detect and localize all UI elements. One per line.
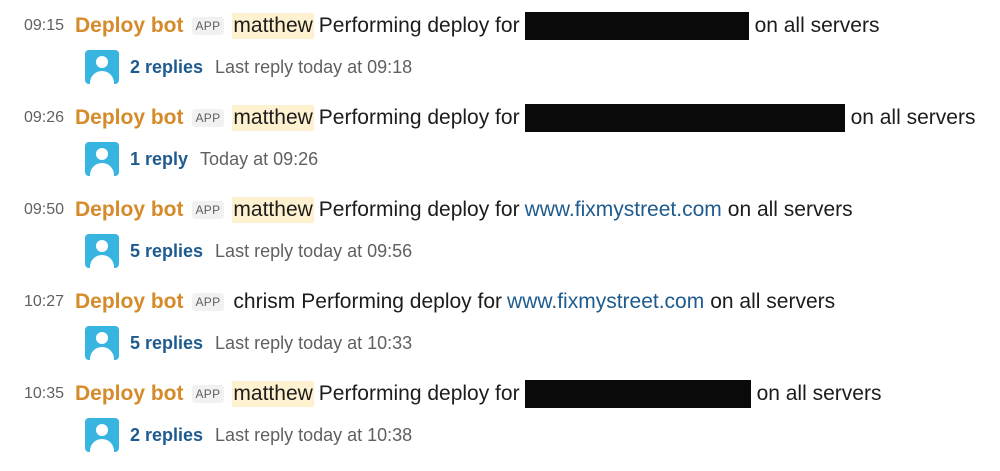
target-link[interactable]: www.fixmystreet.com xyxy=(525,198,722,222)
app-badge: APP xyxy=(191,201,225,219)
replies-link[interactable]: 1 reply xyxy=(130,149,188,170)
message-text: Performing deploy for xyxy=(301,290,503,313)
message-line: 10:27 Deploy bot APP chrism Performing d… xyxy=(0,286,835,318)
bot-name[interactable]: Deploy bot xyxy=(75,198,184,222)
redacted-target xyxy=(524,104,845,132)
thread-summary[interactable]: 2 replies Last reply today at 09:18 xyxy=(85,50,412,84)
last-reply-time: Last reply today at 10:38 xyxy=(215,424,413,445)
message-line: 09:26 Deploy bot APP matthew Performing … xyxy=(0,102,975,134)
app-badge: APP xyxy=(191,109,225,127)
thread-summary[interactable]: 5 replies Last reply today at 09:56 xyxy=(85,234,412,268)
message-suffix: on all servers xyxy=(756,382,882,405)
message-text: Performing deploy for xyxy=(318,14,520,37)
user-mention[interactable]: chrism xyxy=(232,289,296,315)
message-timestamp[interactable]: 09:26 xyxy=(0,109,75,127)
thread-summary[interactable]: 5 replies Last reply today at 10:33 xyxy=(85,326,412,360)
message-row: 09:26 Deploy bot APP matthew Performing … xyxy=(0,92,1000,184)
bot-name[interactable]: Deploy bot xyxy=(75,106,184,130)
app-badge: APP xyxy=(191,17,225,35)
user-mention[interactable]: matthew xyxy=(232,197,314,223)
user-avatar-icon[interactable] xyxy=(85,234,119,268)
message-row: 09:15 Deploy bot APP matthew Performing … xyxy=(0,0,1000,92)
target-link[interactable]: www.fixmystreet.com xyxy=(507,290,704,314)
replies-link[interactable]: 5 replies xyxy=(130,333,203,354)
thread-summary[interactable]: 1 reply Today at 09:26 xyxy=(85,142,318,176)
thread-summary[interactable]: 2 replies Last reply today at 10:38 xyxy=(85,418,412,452)
message-text: Performing deploy for xyxy=(318,106,520,129)
message-row: 10:35 Deploy bot APP matthew Performing … xyxy=(0,368,1000,460)
message-timestamp[interactable]: 09:50 xyxy=(0,201,75,219)
app-badge: APP xyxy=(191,385,225,403)
last-reply-time: Last reply today at 09:56 xyxy=(215,240,413,261)
message-row: 10:27 Deploy bot APP chrism Performing d… xyxy=(0,276,1000,368)
redacted-target xyxy=(524,380,751,408)
user-mention[interactable]: matthew xyxy=(232,381,314,407)
replies-link[interactable]: 2 replies xyxy=(130,425,203,446)
replies-link[interactable]: 5 replies xyxy=(130,241,203,262)
message-suffix: on all servers xyxy=(754,14,880,37)
redacted-target xyxy=(524,12,749,40)
user-mention[interactable]: matthew xyxy=(232,13,314,39)
message-line: 10:35 Deploy bot APP matthew Performing … xyxy=(0,378,881,410)
last-reply-time: Last reply today at 10:33 xyxy=(215,332,413,353)
message-timestamp[interactable]: 10:35 xyxy=(0,385,75,403)
last-reply-time: Last reply today at 09:18 xyxy=(215,56,413,77)
message-timestamp[interactable]: 09:15 xyxy=(0,17,75,35)
user-avatar-icon[interactable] xyxy=(85,50,119,84)
message-text: Performing deploy for xyxy=(318,382,520,405)
message-suffix: on all servers xyxy=(710,290,836,313)
message-timestamp[interactable]: 10:27 xyxy=(0,293,75,311)
message-line: 09:15 Deploy bot APP matthew Performing … xyxy=(0,10,879,42)
bot-name[interactable]: Deploy bot xyxy=(75,290,184,314)
last-reply-time: Today at 09:26 xyxy=(200,148,319,169)
message-suffix: on all servers xyxy=(850,106,976,129)
user-avatar-icon[interactable] xyxy=(85,142,119,176)
bot-name[interactable]: Deploy bot xyxy=(75,382,184,406)
bot-name[interactable]: Deploy bot xyxy=(75,14,184,38)
app-badge: APP xyxy=(191,293,225,311)
message-text: Performing deploy for xyxy=(318,198,520,221)
message-suffix: on all servers xyxy=(727,198,853,221)
message-row: 09:50 Deploy bot APP matthew Performing … xyxy=(0,184,1000,276)
replies-link[interactable]: 2 replies xyxy=(130,57,203,78)
user-avatar-icon[interactable] xyxy=(85,326,119,360)
user-mention[interactable]: matthew xyxy=(232,105,314,131)
message-line: 09:50 Deploy bot APP matthew Performing … xyxy=(0,194,853,226)
user-avatar-icon[interactable] xyxy=(85,418,119,452)
